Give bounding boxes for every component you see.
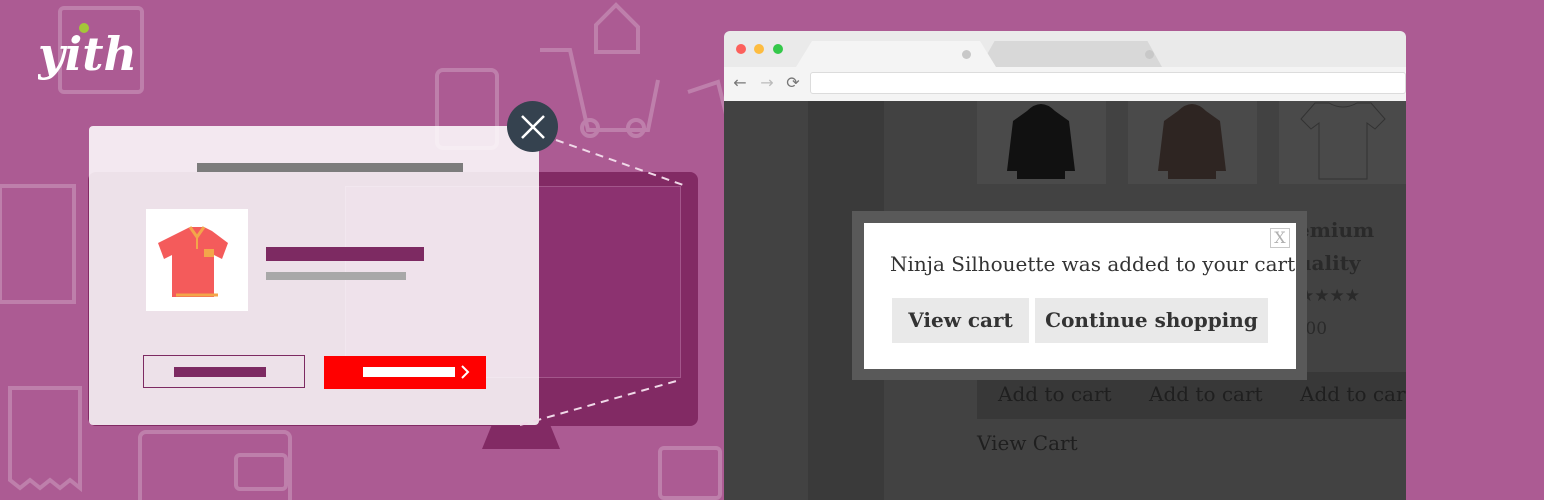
browser-tab-inactive[interactable] [980, 41, 1162, 67]
reload-icon[interactable]: ⟳ [784, 74, 802, 92]
product-thumbnail[interactable] [1279, 101, 1406, 184]
popup-message: Ninja Silhouette was added to your cart [890, 252, 1296, 276]
mock-monitor-stand [482, 426, 560, 449]
tshirt-image [1300, 102, 1386, 180]
address-bar[interactable] [810, 72, 1406, 94]
view-cart-button[interactable]: View cart [892, 298, 1029, 343]
forward-arrow-icon[interactable]: → [758, 74, 776, 92]
mock-title-placeholder [197, 163, 463, 172]
popup-close-button[interactable]: X [1270, 228, 1290, 248]
add-to-cart-button[interactable]: Add to car [1300, 382, 1406, 406]
mock-close-button [507, 101, 558, 152]
back-arrow-icon[interactable]: ← [731, 74, 749, 92]
polo-shirt-icon [158, 226, 228, 297]
product-thumbnail[interactable] [1128, 101, 1257, 184]
close-window-button[interactable] [736, 44, 746, 54]
mock-product-price-placeholder [266, 272, 406, 280]
chevron-right-icon [461, 365, 470, 379]
mock-product-thumbnail [146, 209, 248, 311]
svg-text:yith: yith [38, 27, 137, 81]
add-to-cart-button[interactable]: Add to cart [998, 382, 1112, 406]
maximize-window-button[interactable] [773, 44, 783, 54]
tab-close-dot[interactable] [962, 50, 971, 59]
product-thumbnail[interactable] [977, 101, 1106, 184]
added-to-cart-popup [864, 223, 1296, 369]
mock-product-name-placeholder [266, 247, 424, 261]
minimize-window-button[interactable] [754, 44, 764, 54]
continue-shopping-button[interactable]: Continue shopping [1035, 298, 1268, 343]
add-to-cart-button[interactable]: Add to cart [1149, 382, 1263, 406]
hoodie-image [1007, 104, 1075, 179]
mock-secondary-button-label [174, 367, 266, 377]
star-rating: ★★★★ [1299, 286, 1360, 306]
hoodie-image [1158, 104, 1226, 179]
yith-logo: yith [38, 23, 137, 81]
product-title-partial[interactable]: emium [1297, 218, 1374, 242]
view-cart-link[interactable]: View Cart [977, 431, 1078, 455]
close-x-icon [520, 114, 545, 139]
tab-close-dot[interactable] [1145, 50, 1154, 59]
mock-primary-button-label [363, 367, 455, 377]
